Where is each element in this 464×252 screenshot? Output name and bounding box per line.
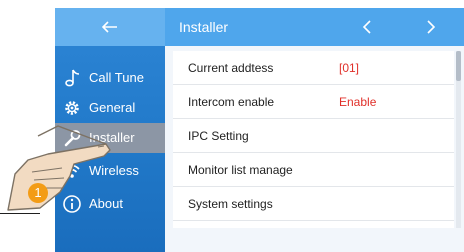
sidebar-item-label: General xyxy=(89,100,136,115)
sidebar-item-about[interactable]: About xyxy=(55,189,165,219)
back-button[interactable] xyxy=(55,8,165,46)
previous-page-button[interactable] xyxy=(355,15,379,39)
sidebar-item-general[interactable]: General xyxy=(55,93,165,123)
music-note-icon xyxy=(62,68,82,88)
setting-label: IPC Setting xyxy=(188,129,249,143)
sidebar-item-label: Wireless xyxy=(89,163,139,178)
device-screen: Call Tune General Installer Wireless Abo… xyxy=(55,8,464,252)
wifi-icon xyxy=(62,161,82,181)
chevron-left-icon xyxy=(362,20,371,34)
header-bar: Installer xyxy=(165,8,464,46)
scrollbar[interactable] xyxy=(456,51,461,228)
step-badge: 1 xyxy=(28,183,48,203)
setting-row-ipc-setting[interactable]: IPC Setting xyxy=(173,119,454,153)
chevron-right-icon xyxy=(427,20,436,34)
setting-value: [01] xyxy=(339,61,360,75)
wrench-icon xyxy=(62,128,82,148)
arrow-left-icon xyxy=(102,21,117,33)
sidebar-item-label: Call Tune xyxy=(89,70,144,85)
info-icon xyxy=(62,194,82,214)
settings-panel: Current addtess [01] Intercom enable Ena… xyxy=(165,46,464,252)
setting-label: Monitor list manage xyxy=(188,163,293,177)
callout-line xyxy=(0,213,40,214)
next-page-button[interactable] xyxy=(419,15,443,39)
sidebar-item-wireless[interactable]: Wireless xyxy=(55,156,165,186)
setting-label: Intercom enable xyxy=(188,95,275,109)
sidebar-item-label: Installer xyxy=(89,130,135,145)
sidebar-item-label: About xyxy=(89,196,123,211)
setting-row-intercom-enable[interactable]: Intercom enable Enable xyxy=(173,85,454,119)
scrollbar-thumb[interactable] xyxy=(456,51,461,81)
gear-icon xyxy=(62,98,82,118)
screenshot-stage: Call Tune General Installer Wireless Abo… xyxy=(0,0,464,252)
settings-list: Current addtess [01] Intercom enable Ena… xyxy=(173,51,454,228)
setting-label: System settings xyxy=(188,197,273,211)
sidebar-item-call-tune[interactable]: Call Tune xyxy=(55,63,165,93)
setting-value: Enable xyxy=(339,95,377,109)
setting-row-system-settings[interactable]: System settings xyxy=(173,187,454,221)
setting-label: Current addtess xyxy=(188,61,274,75)
setting-row-current-address[interactable]: Current addtess [01] xyxy=(173,51,454,85)
sidebar: Call Tune General Installer Wireless Abo… xyxy=(55,8,165,252)
sidebar-item-installer[interactable]: Installer xyxy=(55,123,165,153)
page-title: Installer xyxy=(179,19,229,35)
setting-row-monitor-list-manage[interactable]: Monitor list manage xyxy=(173,153,454,187)
